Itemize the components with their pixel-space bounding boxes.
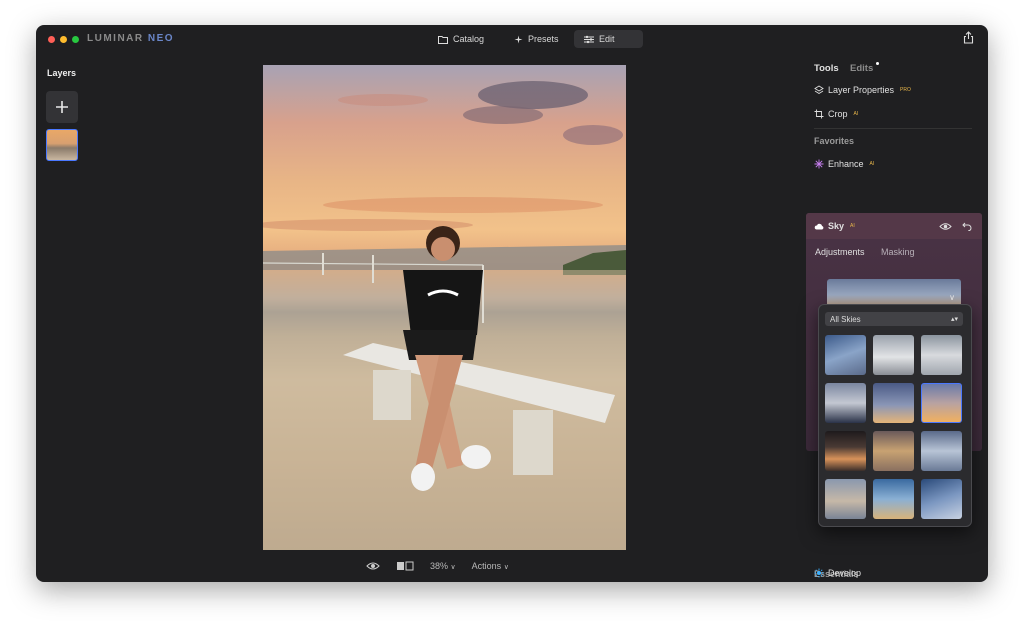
divider: [814, 128, 972, 129]
sky-thumbnail[interactable]: [873, 479, 914, 519]
zoom-value: 38%: [430, 561, 449, 571]
edit-label: Edit: [599, 34, 615, 44]
sky-category-value: All Skies: [830, 314, 861, 324]
crop-label: Crop: [828, 109, 848, 119]
app-logo: LUMINAR NEO: [87, 33, 174, 44]
sky-thumbnail-selected[interactable]: [921, 383, 962, 423]
photo-canvas[interactable]: [263, 65, 626, 550]
minimize-window-button[interactable]: [60, 36, 67, 43]
develop-label: Develop: [828, 568, 862, 578]
sky-header[interactable]: Sky AI: [806, 213, 982, 239]
sliders-icon: [584, 35, 594, 43]
sky-category-select[interactable]: All Skies ▴▾: [825, 312, 963, 326]
compare-icon[interactable]: [396, 561, 414, 571]
cloud-icon: [814, 223, 824, 229]
photo-image: [263, 81, 626, 550]
chevron-down-icon: ∨: [450, 564, 456, 571]
close-window-button[interactable]: [48, 36, 55, 43]
sky-thumbnail[interactable]: [825, 431, 866, 471]
share-button[interactable]: [963, 31, 974, 49]
actions-label: Actions: [471, 561, 502, 571]
title-bar: LUMINAR NEO Catalog Presets Edit: [36, 25, 988, 53]
sky-thumbnail[interactable]: [921, 479, 962, 519]
catalog-label: Catalog: [453, 34, 485, 44]
tab-tools[interactable]: Tools: [814, 63, 839, 74]
layer-properties-item[interactable]: Layer Properties PRO: [814, 85, 911, 95]
eye-icon[interactable]: [939, 222, 952, 231]
ai-badge: AI: [853, 111, 859, 117]
ai-badge: AI: [850, 223, 855, 229]
crop-item[interactable]: Crop AI: [814, 109, 858, 119]
stepper-icon: ▴▾: [950, 316, 958, 323]
edit-tab[interactable]: Edit: [574, 30, 643, 48]
actions-dropdown[interactable]: Actions ∨: [472, 561, 509, 571]
sky-thumbnail[interactable]: [921, 335, 962, 375]
folder-icon: [438, 35, 448, 44]
sky-thumbnail[interactable]: [873, 383, 914, 423]
chevron-down-icon: ∨: [949, 293, 955, 302]
pro-badge: PRO: [900, 87, 911, 93]
plus-icon: [56, 101, 68, 113]
enhance-sparkle-icon: [814, 159, 824, 169]
layers-icon: [814, 85, 824, 95]
zoom-dropdown[interactable]: 38% ∨: [430, 561, 456, 571]
sky-thumbnail[interactable]: [873, 335, 914, 375]
presets-tab[interactable]: Presets: [504, 30, 569, 48]
layers-title: Layers: [47, 68, 77, 78]
chevron-down-icon: ∨: [503, 564, 509, 571]
eye-icon[interactable]: [366, 561, 380, 571]
crop-icon: [814, 109, 824, 119]
sky-thumbnail[interactable]: [921, 431, 962, 471]
sky-thumbnail[interactable]: [825, 335, 866, 375]
sky-label: Sky: [828, 221, 845, 231]
enhance-label: Enhance: [828, 159, 864, 169]
share-icon: [963, 31, 974, 44]
sky-thumbnail[interactable]: [873, 431, 914, 471]
tab-masking[interactable]: Masking: [881, 247, 915, 257]
logo-text: LUMINAR: [87, 33, 144, 44]
canvas-toolbar: 38% ∨ Actions ∨: [366, 558, 509, 574]
ai-badge: AI: [869, 161, 875, 167]
catalog-tab[interactable]: Catalog: [428, 30, 494, 48]
layer-thumbnail[interactable]: [46, 129, 78, 161]
add-layer-button[interactable]: [46, 91, 78, 123]
develop-item[interactable]: Develop: [814, 568, 861, 578]
zoom-window-button[interactable]: [72, 36, 79, 43]
sparkle-icon: [514, 35, 523, 43]
sky-thumbnail[interactable]: [825, 383, 866, 423]
sky-thumbnail[interactable]: [825, 479, 866, 519]
sky-picker-popup: All Skies ▴▾: [818, 304, 972, 527]
logo-neo-text: NEO: [147, 33, 175, 44]
sun-icon: [814, 568, 824, 578]
edits-indicator-dot: [876, 62, 879, 65]
sky-title: Sky AI: [814, 221, 855, 231]
undo-icon[interactable]: [962, 221, 972, 231]
enhance-item[interactable]: Enhance AI: [814, 159, 874, 169]
tab-edits[interactable]: Edits: [850, 63, 873, 74]
favorites-heading: Favorites: [814, 136, 855, 146]
tab-adjustments[interactable]: Adjustments: [815, 247, 865, 257]
presets-label: Presets: [528, 34, 559, 44]
layer-properties-label: Layer Properties: [828, 85, 895, 95]
